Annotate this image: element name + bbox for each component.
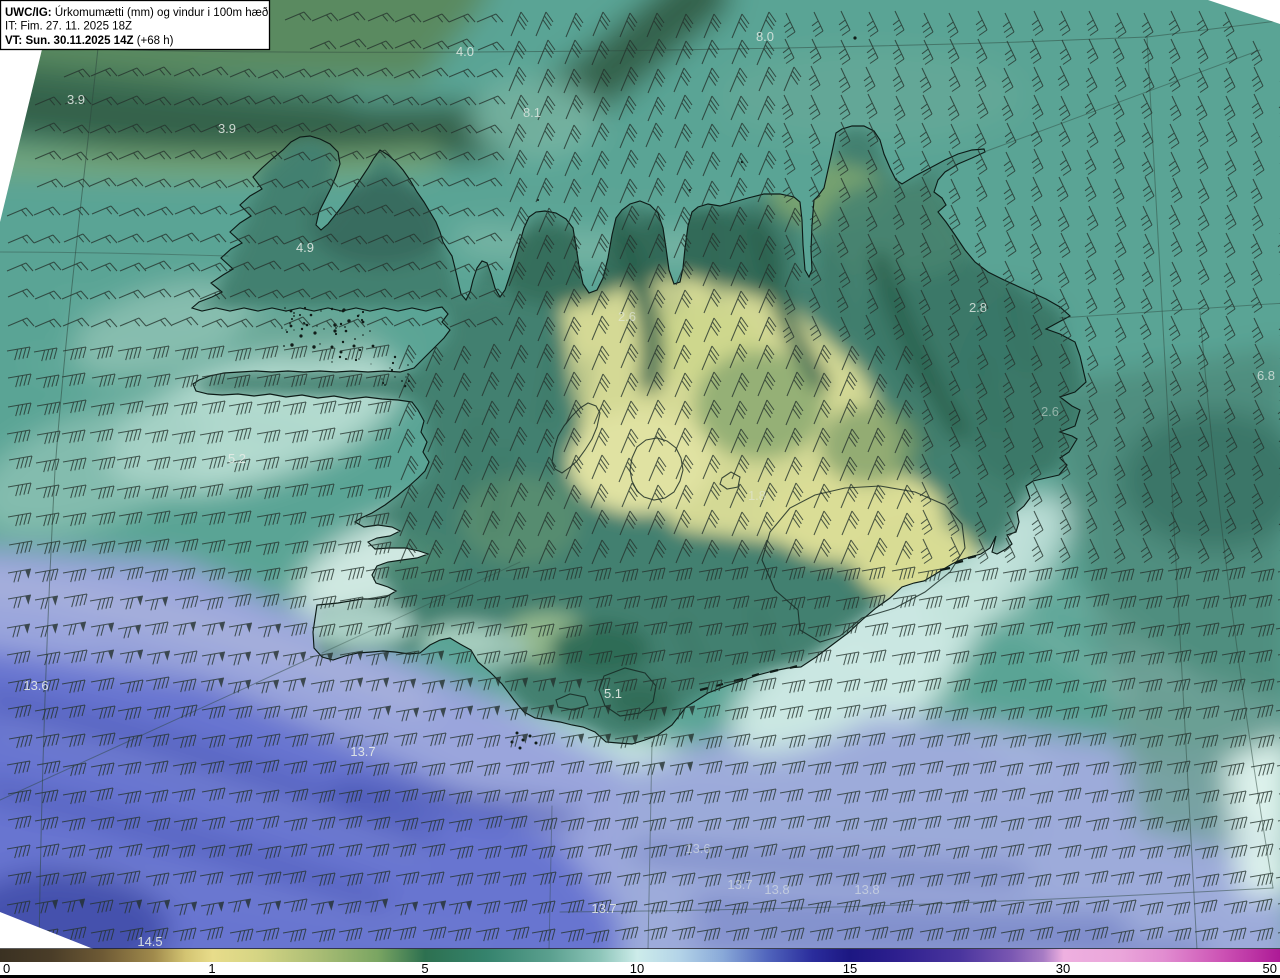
svg-text:30: 30 [1056,961,1070,976]
svg-text:15: 15 [843,961,857,976]
svg-text:3.9: 3.9 [67,92,85,107]
svg-text:14.5: 14.5 [137,934,162,949]
svg-text:13.7: 13.7 [350,744,375,759]
svg-text:0: 0 [3,961,10,976]
svg-text:IT: Fim. 27. 11. 2025 18Z: IT: Fim. 27. 11. 2025 18Z [5,21,132,33]
svg-text:50: 50 [1263,961,1277,976]
svg-text:5: 5 [421,961,428,976]
svg-text:4.0: 4.0 [456,44,474,59]
svg-text:2.6: 2.6 [618,309,636,324]
svg-text:8.0: 8.0 [756,29,774,44]
svg-text:10: 10 [630,961,644,976]
svg-text:13.6: 13.6 [685,841,710,856]
svg-text:2.6: 2.6 [1041,404,1059,419]
svg-text:1: 1 [208,961,215,976]
svg-text:13.8: 13.8 [854,882,879,897]
svg-text:6.8: 6.8 [1257,368,1275,383]
svg-text:4.9: 4.9 [296,240,314,255]
svg-text:3.9: 3.9 [218,121,236,136]
svg-text:5.1: 5.1 [604,686,622,701]
svg-text:13.7: 13.7 [727,877,752,892]
svg-text:5.2: 5.2 [228,451,246,466]
svg-text:1.8: 1.8 [748,488,766,503]
svg-text:13.8: 13.8 [764,882,789,897]
svg-text:VT: Sun. 30.11.2025 14Z (+68 h: VT: Sun. 30.11.2025 14Z (+68 h) [5,35,174,47]
svg-text:UWC/IG: Úrkomumætti (mm) og vi: UWC/IG: Úrkomumætti (mm) og vindur i 100… [5,6,268,19]
svg-text:2.8: 2.8 [969,300,987,315]
svg-text:13.6: 13.6 [23,678,48,693]
svg-text:8.1: 8.1 [523,105,541,120]
svg-text:13.7: 13.7 [591,901,616,916]
